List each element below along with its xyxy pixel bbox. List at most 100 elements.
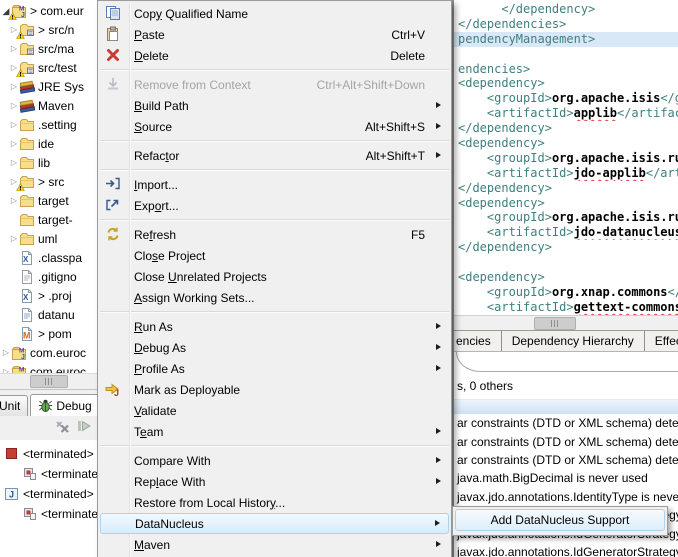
launch-item-terminated[interactable]: <terminate — [0, 504, 97, 524]
library-icon — [19, 98, 35, 114]
menu-item-restore-from-local-history[interactable]: Restore from Local History... — [98, 492, 451, 513]
tree-item-label: .classpa — [38, 251, 82, 265]
menu-item-label: DataNucleus — [135, 517, 204, 531]
submenu-item-add-datanucleus-support[interactable]: Add DataNucleus Support — [455, 509, 665, 531]
expand-arrow-icon[interactable]: ▷ — [1, 348, 11, 358]
problem-row[interactable]: ar constraints (DTD or XML schema) detec… — [454, 432, 678, 450]
scrollbar-grip-icon — [551, 320, 560, 327]
remove-all-terminated-button[interactable] — [55, 418, 71, 434]
tree-item-ide[interactable]: ▷ide — [0, 134, 97, 153]
menu-item-export[interactable]: Export... — [98, 195, 451, 216]
problem-row[interactable]: ar constraints (DTD or XML schema) detec… — [454, 451, 678, 469]
package-explorer-hscrollbar[interactable] — [0, 373, 97, 389]
menu-separator — [100, 69, 449, 70]
submenu-arrow-icon — [436, 152, 441, 158]
tree-item-com-eur[interactable]: ◢MJ> com.eur — [0, 1, 97, 20]
tree-item-src-n[interactable]: ▷> src/n — [0, 20, 97, 39]
bug-icon — [38, 398, 53, 413]
submenu-arrow-icon — [436, 541, 441, 547]
menu-item-accelerator: Alt+Shift+T — [348, 149, 425, 163]
menu-item-compare-with[interactable]: Compare With — [98, 450, 451, 471]
menu-item-debug-as[interactable]: Debug As — [98, 337, 451, 358]
expand-arrow-icon[interactable]: ▷ — [9, 234, 19, 244]
tree-item-label: datanu — [38, 308, 75, 322]
expand-arrow-icon[interactable]: ▷ — [9, 120, 19, 130]
tab-debug[interactable]: Debug — [30, 394, 97, 416]
menu-item-source[interactable]: SourceAlt+Shift+S — [98, 116, 451, 137]
menu-item-validate[interactable]: Validate — [98, 400, 451, 421]
launch-item-terminated[interactable]: <terminate — [0, 464, 97, 484]
menu-item-label: Debug As — [134, 341, 186, 355]
menu-item-build-path[interactable]: Build Path — [98, 95, 451, 116]
scrollbar-thumb[interactable] — [30, 375, 68, 388]
editor-hscrollbar[interactable] — [454, 315, 678, 330]
menu-item-label: Mark as Deployable — [134, 383, 240, 397]
code-line: <artifactId>gettext-commons< — [458, 300, 678, 315]
menu-item-refresh[interactable]: RefreshF5 — [98, 224, 451, 245]
resume-button[interactable] — [76, 418, 92, 434]
tree-item-src[interactable]: ▷> src — [0, 172, 97, 191]
tree-item-target[interactable]: ▷target — [0, 191, 97, 210]
menu-item-paste[interactable]: PasteCtrl+V — [98, 24, 451, 45]
scrollbar-thumb[interactable] — [534, 317, 576, 330]
menu-item-refactor[interactable]: RefactorAlt+Shift+T — [98, 145, 451, 166]
problem-row[interactable]: javax.jdo.annotations.IdentityType is ne… — [454, 488, 678, 506]
problems-selected-row[interactable] — [454, 399, 678, 414]
tab-unit[interactable]: Unit — [0, 395, 28, 416]
problem-row[interactable]: java.math.BigDecimal is never used — [454, 469, 678, 487]
menu-item-team[interactable]: Team — [98, 421, 451, 442]
launch-item-terminated[interactable]: <terminated> — [0, 444, 97, 464]
tree-item-uml[interactable]: ▷uml — [0, 229, 97, 248]
expand-arrow-icon[interactable]: ▷ — [9, 82, 19, 92]
expand-arrow-icon[interactable]: ▷ — [9, 139, 19, 149]
menu-item-run-as[interactable]: Run As — [98, 316, 451, 337]
tree-item-com-euroc[interactable]: ▷MJcom.euroc — [0, 343, 97, 362]
tree-item-datanu[interactable]: datanu — [0, 305, 97, 324]
editor-page-tab-effective-p[interactable]: Effective P — [645, 331, 678, 351]
editor-page-tab-dependency-hierarchy[interactable]: Dependency Hierarchy — [502, 331, 645, 351]
code-line: <groupId>org.apache.isis.run — [458, 151, 678, 166]
expand-arrow-icon[interactable]: ▷ — [9, 196, 19, 206]
menu-item-close-project[interactable]: Close Project — [98, 245, 451, 266]
folder-icon — [19, 193, 35, 209]
datanucleus-submenu: Add DataNucleus Support — [452, 506, 668, 536]
tree-item-src-ma[interactable]: ▷src/ma — [0, 39, 97, 58]
expand-arrow-icon[interactable]: ▷ — [9, 101, 19, 111]
expand-arrow-icon[interactable]: ▷ — [9, 44, 19, 54]
svg-text:J: J — [114, 388, 119, 397]
editor-page-tab-encies[interactable]: encies — [454, 331, 502, 351]
tree-item-gitigno[interactable]: .gitigno — [0, 267, 97, 286]
tree-item-setting[interactable]: ▷.setting — [0, 115, 97, 134]
tree-item-target[interactable]: target- — [0, 210, 97, 229]
menu-item-delete[interactable]: DeleteDelete — [98, 45, 451, 66]
tree-item-com-euroc[interactable]: ▷MJcom.euroc — [0, 362, 97, 373]
menu-item-label: Refresh — [134, 228, 176, 242]
expand-arrow-icon[interactable]: ▷ — [9, 158, 19, 168]
submenu-arrow-icon — [436, 478, 441, 484]
menu-item-assign-working-sets[interactable]: Assign Working Sets... — [98, 287, 451, 308]
launch-item-terminated[interactable]: J<terminated> — [0, 484, 97, 504]
menu-item-replace-with[interactable]: Replace With — [98, 471, 451, 492]
problem-row-text: ar constraints (DTD or XML schema) detec… — [457, 435, 678, 449]
problem-row[interactable]: javax.jdo.annotations.IdGeneratorStrateg… — [454, 543, 678, 557]
tree-item-proj[interactable]: X> .proj — [0, 286, 97, 305]
problem-row-text: ar constraints (DTD or XML schema) detec… — [457, 416, 678, 430]
tree-item-src-test[interactable]: ▷src/test — [0, 58, 97, 77]
tree-item-lib[interactable]: ▷lib — [0, 153, 97, 172]
library-icon — [19, 79, 35, 95]
menu-item-accelerator: Alt+Shift+S — [347, 120, 425, 134]
tree-item-pom[interactable]: M> pom — [0, 324, 97, 343]
process-icon — [22, 506, 38, 522]
menu-item-maven[interactable]: Maven — [98, 534, 451, 555]
menu-item-mark-as-deployable[interactable]: J Mark as Deployable — [98, 379, 451, 400]
tree-item-maven[interactable]: ▷Maven — [0, 96, 97, 115]
menu-item-datanucleus[interactable]: DataNucleus — [100, 513, 449, 534]
menu-item-import[interactable]: Import... — [98, 174, 451, 195]
tree-item-classpa[interactable]: X.classpa — [0, 248, 97, 267]
menu-item-profile-as[interactable]: Profile As — [98, 358, 451, 379]
problem-row[interactable]: ar constraints (DTD or XML schema) detec… — [454, 414, 678, 432]
menu-item-copy-qualified-name[interactable]: Copy Qualified Name — [98, 3, 451, 24]
menu-item-close-unrelated-projects[interactable]: Close Unrelated Projects — [98, 266, 451, 287]
tree-item-jre-sys[interactable]: ▷JRE Sys — [0, 77, 97, 96]
pom-xml-editor[interactable]: </dependency></dependencies>pendencyMana… — [454, 0, 678, 315]
